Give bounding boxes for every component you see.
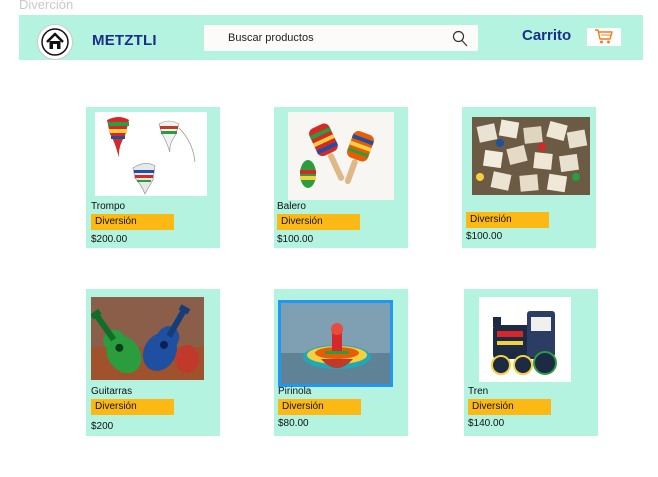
search-button[interactable] bbox=[449, 28, 471, 48]
cart-button[interactable] bbox=[587, 28, 621, 46]
category-badge[interactable]: Diversión bbox=[91, 214, 174, 230]
product-price: $140.00 bbox=[468, 418, 505, 429]
product-image-trompo[interactable] bbox=[95, 112, 207, 196]
guitarras-image bbox=[91, 297, 204, 380]
balero-image bbox=[288, 112, 394, 200]
product-card-dados[interactable]: Diversión $100.00 bbox=[462, 107, 596, 248]
page-label: Diverción bbox=[19, 0, 74, 12]
search-input[interactable] bbox=[204, 25, 444, 51]
product-price: $200.00 bbox=[91, 234, 128, 245]
brand-name[interactable]: METZTLI bbox=[92, 32, 157, 49]
cart-label[interactable]: Carrito bbox=[522, 27, 571, 44]
product-price: $200 bbox=[91, 421, 114, 432]
cart-icon bbox=[595, 29, 613, 44]
category-badge[interactable]: Diversión bbox=[468, 399, 551, 415]
product-card-guitarras[interactable]: Guitarras Diversión $200 bbox=[86, 289, 220, 436]
search-icon bbox=[452, 30, 468, 46]
home-button[interactable] bbox=[37, 24, 73, 60]
category-badge[interactable]: Diversión bbox=[277, 214, 360, 230]
product-image-tren[interactable] bbox=[479, 297, 571, 382]
product-name: Pirinola bbox=[278, 386, 312, 397]
product-card-tren[interactable]: Tren Diversión $140.00 bbox=[464, 289, 598, 436]
product-card-balero[interactable]: Balero Diversión $100.00 bbox=[274, 107, 408, 248]
home-icon bbox=[41, 28, 69, 56]
product-image-guitarras[interactable] bbox=[91, 297, 204, 380]
product-image-dados[interactable] bbox=[472, 117, 590, 195]
product-name: Tren bbox=[468, 386, 489, 397]
product-price: $80.00 bbox=[278, 418, 309, 429]
category-badge[interactable]: Diversión bbox=[91, 399, 174, 415]
search-box bbox=[204, 25, 478, 51]
category-badge[interactable]: Diversión bbox=[278, 399, 361, 415]
tren-image bbox=[479, 297, 571, 382]
product-card-trompo[interactable]: Trompo Diversión $200.00 bbox=[86, 107, 220, 248]
product-name: Guitarras bbox=[91, 386, 133, 397]
pirinola-image bbox=[281, 303, 390, 384]
product-price: $100.00 bbox=[466, 231, 503, 242]
header-bar: METZTLI Carrito bbox=[19, 15, 643, 60]
product-name: Trompo bbox=[91, 201, 126, 212]
trompo-image bbox=[107, 117, 196, 195]
category-badge[interactable]: Diversión bbox=[466, 212, 549, 228]
product-name: Balero bbox=[277, 201, 306, 212]
product-price: $100.00 bbox=[277, 234, 314, 245]
dados-image bbox=[472, 117, 590, 195]
product-image-balero[interactable] bbox=[288, 112, 394, 200]
product-image-pirinola[interactable] bbox=[278, 300, 393, 387]
product-card-pirinola[interactable]: Pirinola Diversión $80.00 bbox=[274, 289, 408, 436]
